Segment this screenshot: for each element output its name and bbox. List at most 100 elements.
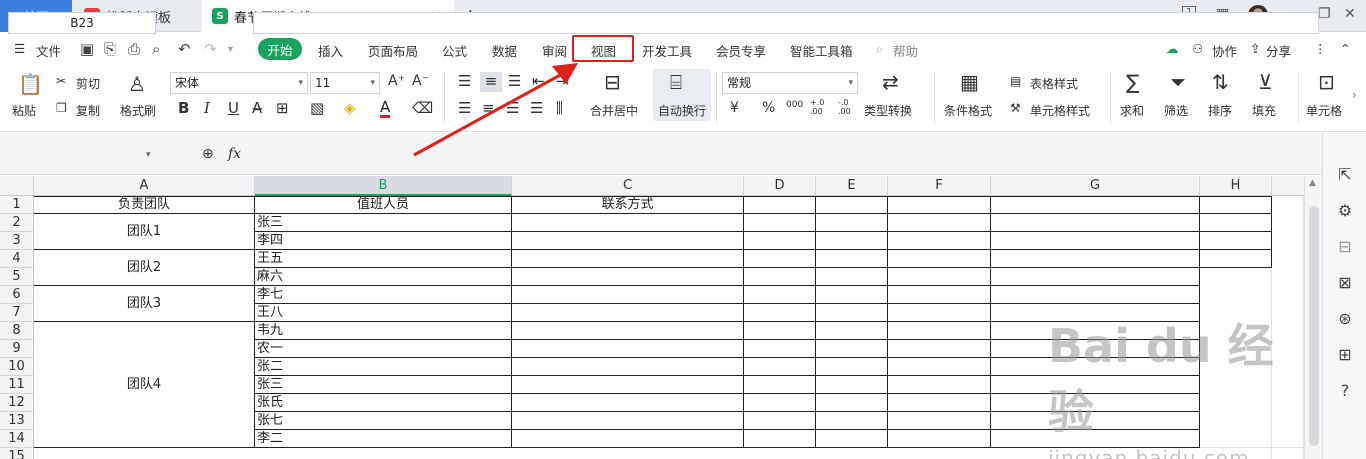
empty-cell[interactable] [512, 286, 744, 304]
empty-cell[interactable] [816, 322, 888, 340]
empty-cell[interactable] [991, 412, 1200, 430]
empty-cell[interactable] [744, 304, 816, 322]
empty-cell[interactable] [744, 232, 816, 250]
menu-home[interactable]: 开始 [258, 38, 302, 60]
empty-cell[interactable] [816, 286, 888, 304]
empty-cell[interactable] [991, 286, 1200, 304]
cell-f1[interactable] [888, 196, 991, 214]
empty-cell[interactable] [512, 412, 744, 430]
align-center-icon[interactable]: ≡ [482, 99, 495, 117]
menu-data[interactable]: 数据 [492, 41, 517, 60]
empty-cell[interactable] [991, 358, 1200, 376]
distribute-icon[interactable]: ⫼ [556, 99, 563, 117]
cell-d1[interactable] [744, 196, 816, 214]
empty-cell[interactable] [888, 340, 991, 358]
empty-cell[interactable] [888, 358, 991, 376]
column-header-g[interactable]: G [991, 176, 1200, 196]
row-header[interactable]: 3 [0, 232, 34, 250]
empty-cell[interactable] [744, 268, 816, 286]
empty-cell[interactable] [512, 214, 744, 232]
menu-insert[interactable]: 插入 [318, 41, 343, 60]
book-icon[interactable]: ⊞ [1335, 345, 1355, 364]
empty-cell[interactable] [991, 394, 1200, 412]
print-icon[interactable]: ⎙ [128, 40, 140, 58]
menu-developer[interactable]: 开发工具 [642, 41, 692, 60]
redo-icon[interactable]: ↷ [204, 40, 217, 58]
increase-font-icon[interactable]: A⁺ [388, 73, 405, 89]
row-header[interactable]: 5 [0, 268, 34, 286]
row-header[interactable]: 8 [0, 322, 34, 340]
decrease-decimal-button[interactable]: -.0 .00 [838, 98, 858, 116]
cloud-sync-icon[interactable]: ☁ [1166, 41, 1179, 56]
empty-cell[interactable] [744, 376, 816, 394]
cell-team-4[interactable]: 团队4 [34, 322, 255, 448]
empty-cell[interactable] [991, 304, 1200, 322]
empty-cell[interactable] [816, 412, 888, 430]
borders-icon[interactable]: ⊞ [276, 99, 289, 117]
cell-staff[interactable]: 张七 [255, 412, 512, 430]
menu-smart-toolbox[interactable]: 智能工具箱 [790, 41, 853, 60]
empty-cell[interactable] [816, 250, 888, 268]
empty-cell[interactable] [991, 250, 1200, 268]
empty-cell[interactable] [744, 214, 816, 232]
menu-review[interactable]: 审阅 [542, 41, 567, 60]
empty-cell[interactable] [888, 412, 991, 430]
empty-cell[interactable] [744, 250, 816, 268]
cut-button[interactable]: 剪切 [76, 75, 100, 92]
empty-cell[interactable] [991, 214, 1200, 232]
cell-button[interactable]: 单元格 [1306, 102, 1342, 119]
cell-staff[interactable]: 张三 [255, 214, 512, 232]
search-icon[interactable]: ⌕ [876, 41, 883, 57]
font-size-select[interactable]: 11 [310, 72, 380, 94]
empty-cell[interactable] [512, 430, 744, 448]
zoom-formula-icon[interactable]: ⊕ [202, 146, 214, 162]
strikethrough-icon[interactable]: A̶ [252, 99, 262, 117]
cell-staff[interactable]: 张三 [255, 376, 512, 394]
increase-decimal-button[interactable]: +.0 .00 [810, 98, 830, 116]
empty-cell[interactable] [816, 340, 888, 358]
more-menu-icon[interactable]: ⋮ [1314, 41, 1327, 56]
print-preview-icon[interactable]: ⌕ [152, 40, 160, 58]
copy-button[interactable]: 复制 [76, 102, 100, 119]
save-icon[interactable]: ▣ [80, 40, 94, 58]
conditional-format-button[interactable]: 条件格式 [944, 102, 992, 119]
row-header[interactable]: 1 [0, 196, 34, 214]
empty-cell[interactable] [744, 286, 816, 304]
sum-button[interactable]: 求和 [1120, 102, 1144, 119]
row-header[interactable]: 9 [0, 340, 34, 358]
select-all-corner[interactable] [0, 176, 34, 196]
empty-cell[interactable] [888, 376, 991, 394]
properties-icon[interactable]: ⚙ [1335, 201, 1355, 220]
empty-cell[interactable] [816, 232, 888, 250]
column-header-c[interactable]: C [512, 176, 744, 196]
empty-cell[interactable] [512, 304, 744, 322]
row-header[interactable]: 7 [0, 304, 34, 322]
menu-file[interactable]: 文件 [36, 41, 61, 60]
empty-cell[interactable] [1200, 250, 1272, 268]
row-header[interactable]: 13 [0, 412, 34, 430]
merge-center-button[interactable]: 合并居中 [590, 102, 638, 119]
empty-cell[interactable] [816, 376, 888, 394]
empty-cell[interactable] [512, 376, 744, 394]
cell-staff[interactable]: 张二 [255, 358, 512, 376]
row-header[interactable]: 10 [0, 358, 34, 376]
menu-page-layout[interactable]: 页面布局 [368, 41, 418, 60]
currency-button[interactable]: ¥ [730, 100, 739, 116]
row-header[interactable]: 11 [0, 376, 34, 394]
undo-icon[interactable]: ↶ [178, 40, 191, 58]
cell-staff[interactable]: 李二 [255, 430, 512, 448]
empty-cell[interactable] [512, 340, 744, 358]
empty-cell[interactable] [744, 430, 816, 448]
empty-cell[interactable] [991, 340, 1200, 358]
thousands-button[interactable]: 000 [786, 100, 803, 110]
tools-icon[interactable]: ⊟ [1335, 237, 1355, 256]
empty-cell[interactable] [991, 268, 1200, 286]
empty-cell[interactable] [888, 304, 991, 322]
cell-style-button[interactable]: 单元格样式 [1030, 102, 1090, 119]
fill-color-icon[interactable]: ◈ [344, 99, 356, 117]
percent-button[interactable]: % [762, 100, 775, 116]
underline-button[interactable]: U [228, 99, 239, 117]
formula-input[interactable] [253, 12, 1319, 34]
menu-share[interactable]: 分享 [1266, 41, 1291, 60]
scrollbar-thumb[interactable] [1309, 206, 1319, 446]
